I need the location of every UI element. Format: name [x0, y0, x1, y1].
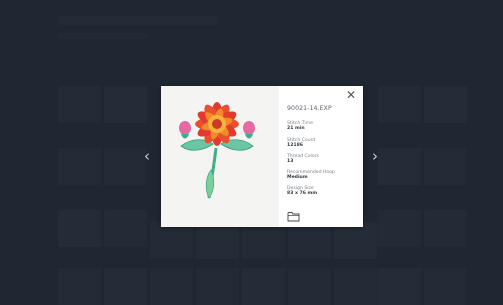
design-id: 90021-14.EXP: [287, 105, 332, 112]
field-recommended-hoop: Recommended Hoop Medium: [287, 170, 335, 181]
design-preview: [161, 86, 279, 227]
field-stitch-time: Stitch Time 21 min: [287, 121, 313, 132]
flower-embroidery-image: [179, 102, 255, 199]
field-value: 21 min: [287, 126, 305, 132]
chevron-right-icon[interactable]: ›: [368, 146, 382, 166]
field-value: Medium: [287, 175, 308, 181]
field-value: 83 x 76 mm: [287, 191, 318, 197]
field-design-size: Design Size 83 x 76 mm: [287, 186, 317, 197]
app-window: ‹ › ✕ 90021-14.EXP Stitch Time 21 min St…: [0, 0, 503, 305]
field-value: 13: [287, 159, 294, 165]
chevron-left-icon[interactable]: ‹: [140, 146, 154, 166]
close-icon[interactable]: ✕: [344, 88, 358, 102]
folder-icon[interactable]: [287, 207, 300, 222]
field-thread-colors: Thread Colors 13: [287, 154, 319, 165]
field-value: 12186: [287, 143, 303, 149]
design-details-modal: ✕ 90021-14.EXP Stitch Time 21 min Stitch…: [161, 86, 363, 227]
field-stitch-count: Stitch Count 12186: [287, 138, 315, 149]
